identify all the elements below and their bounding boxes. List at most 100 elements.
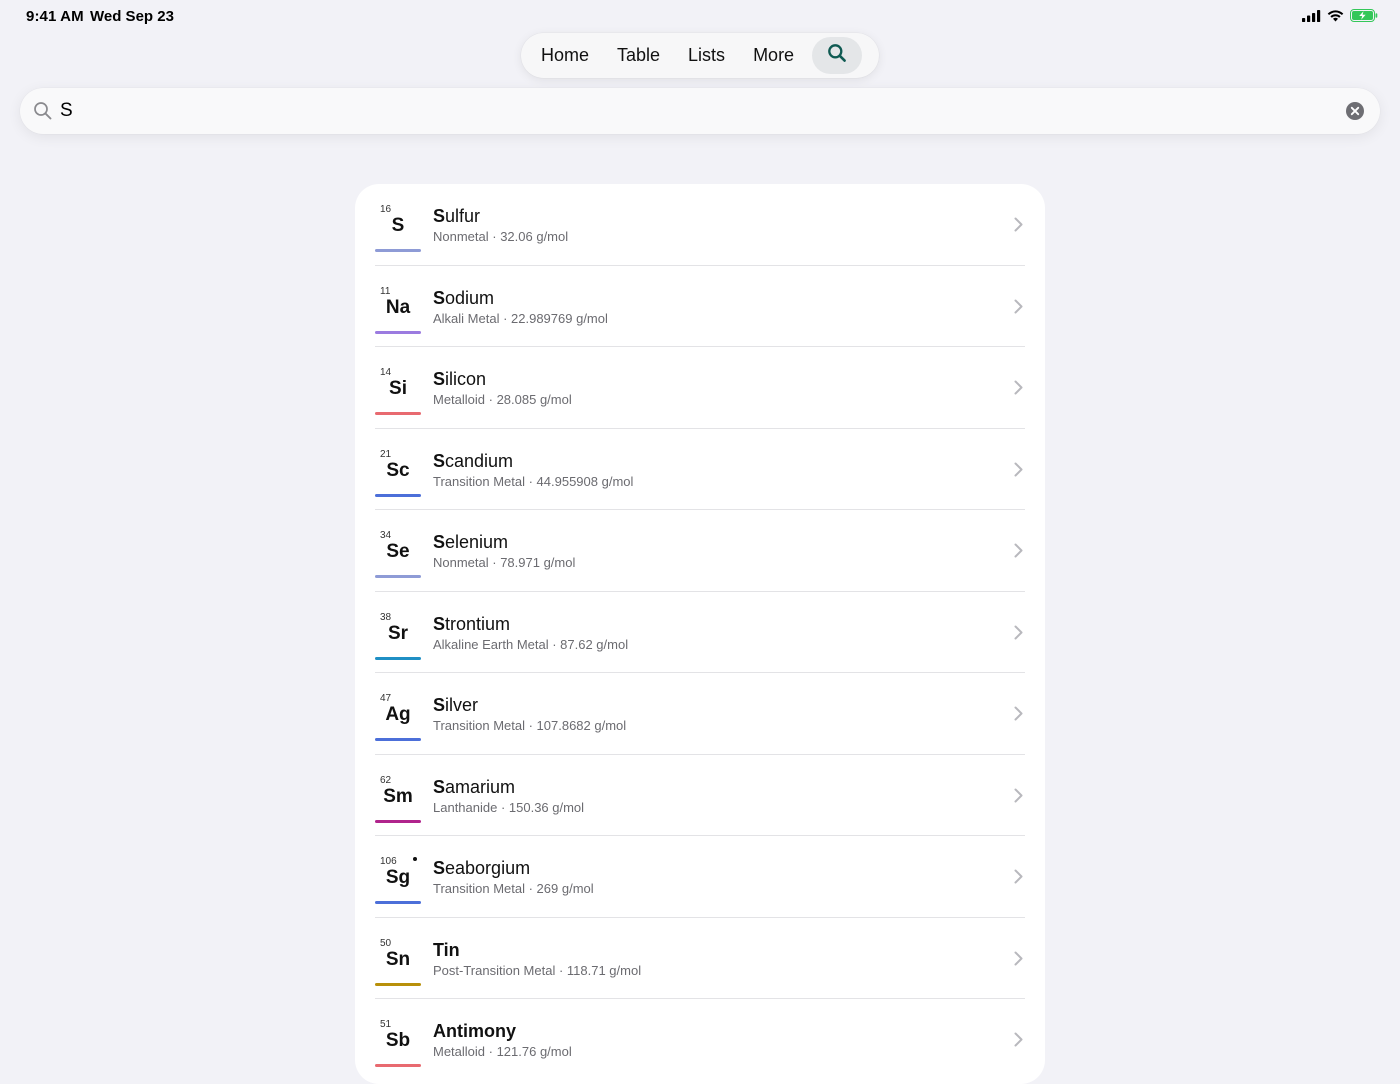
name-rest: trontium — [445, 613, 511, 634]
atomic-number: 11 — [380, 285, 391, 297]
signal-icon — [1302, 9, 1321, 27]
element-subtitle: Metalloid · 28.085 g/mol — [433, 392, 572, 407]
name-rest: amarium — [445, 776, 516, 797]
name-rest: candium — [445, 450, 514, 471]
tab-search[interactable] — [812, 37, 863, 74]
element-tile: 47 Ag — [375, 689, 421, 741]
wifi-icon — [1327, 9, 1344, 27]
tab-more[interactable]: More — [739, 37, 808, 74]
atomic-number: 21 — [380, 448, 392, 460]
element-name: Scandium — [433, 451, 513, 472]
element-name: Selenium — [433, 532, 508, 553]
element-subtitle: Alkaline Earth Metal · 87.62 g/mol — [433, 636, 629, 652]
atomic-number: 47 — [380, 693, 392, 704]
element-name: Antimony — [433, 1021, 516, 1042]
element-subtitle: Post-Transition Metal · 118.71 g/mol — [433, 962, 642, 978]
element-symbol: Si — [389, 378, 407, 399]
chevron-right-icon — [1014, 462, 1023, 482]
atomic-number: 50 — [380, 937, 392, 949]
atomic-number: 34 — [380, 530, 392, 541]
element-subtitle: Nonmetal · 32.06 g/mol — [433, 229, 569, 244]
match-highlight: S — [433, 695, 446, 715]
element-tile: 14 Si — [375, 363, 421, 415]
list-item[interactable]: 11 Na Sodium Alkali Metal · 22.989769 g/mol — [355, 266, 1045, 347]
category-color-bar — [375, 901, 421, 904]
name-rest: Tin — [433, 939, 460, 960]
list-item[interactable]: 106 Sg Seaborgium Transition Metal · 269 g/… — [355, 836, 1045, 918]
chevron-right-icon — [1014, 788, 1023, 808]
status-icons — [1302, 9, 1378, 27]
chevron-right-icon — [1014, 869, 1023, 889]
element-subtitle: Metalloid · 121.76 g/mol — [433, 1044, 572, 1059]
match-highlight: S — [433, 206, 446, 226]
list-item[interactable]: 34 Se Selenium Nonmetal · 78.971 g/mol — [355, 510, 1045, 592]
category-color-bar — [375, 819, 421, 823]
chevron-right-icon — [1014, 706, 1023, 726]
element-name: Silicon — [433, 369, 486, 390]
element-subtitle: Transition Metal · 107.8682 g/mol — [433, 718, 627, 733]
element-symbol: S — [391, 215, 405, 236]
element-tile: 16 S — [375, 200, 421, 252]
element-tile: 21 Sc — [375, 445, 421, 497]
name-rest: odium — [445, 287, 495, 308]
search-bar — [20, 88, 1380, 134]
element-symbol: Sc — [386, 459, 410, 481]
category-color-bar — [375, 249, 421, 252]
element-subtitle: Alkali Metal · 22.989769 g/mol — [433, 310, 608, 326]
category-color-bar — [375, 982, 421, 986]
list-item[interactable]: 14 Si Silicon Metalloid · 28.085 g/mol — [355, 347, 1045, 429]
category-color-bar — [375, 412, 421, 415]
search-icon — [827, 43, 847, 68]
atomic-number: 62 — [380, 774, 392, 786]
tab-table[interactable]: Table — [603, 37, 674, 74]
search-input[interactable] — [60, 96, 1340, 126]
element-name: Seaborgium — [433, 858, 530, 879]
name-rest: ilicon — [445, 369, 487, 389]
match-highlight: S — [433, 369, 446, 389]
chevron-right-icon — [1014, 625, 1023, 645]
list-item[interactable]: 51 Sb Antimony Metalloid · 121.76 g/mol — [355, 999, 1045, 1081]
name-rest: ilver — [445, 695, 479, 715]
element-tile: 50 Sn — [375, 934, 421, 986]
element-subtitle: Transition Metal · 269 g/mol — [433, 881, 594, 896]
element-symbol: Sm — [383, 785, 413, 807]
list-item[interactable]: 62 Sm Samarium Lanthanide · 150.36 g/mol — [355, 755, 1045, 836]
synthetic-dot-icon — [413, 857, 417, 861]
search-icon — [33, 101, 53, 126]
element-subtitle: Lanthanide · 150.36 g/mol — [433, 799, 585, 815]
element-name: Sulfur — [433, 206, 480, 227]
name-rest: elenium — [445, 532, 509, 552]
list-item[interactable]: 21 Sc Scandium Transition Metal · 44.955908… — [355, 429, 1045, 510]
element-name: Sodium — [433, 288, 494, 309]
element-symbol: Se — [386, 541, 410, 562]
list-item[interactable]: 38 Sr Strontium Alkaline Earth Metal · 87.6… — [355, 592, 1045, 673]
chevron-right-icon — [1014, 380, 1023, 400]
category-color-bar — [375, 493, 421, 497]
list-item[interactable]: 16 S Sulfur Nonmetal · 32.06 g/mol — [355, 184, 1045, 266]
chevron-right-icon — [1014, 217, 1023, 237]
status-time: 9:41 AM — [26, 8, 84, 25]
element-subtitle: Nonmetal · 78.971 g/mol — [433, 555, 576, 570]
element-symbol: Sb — [385, 1030, 411, 1051]
element-symbol: Sn — [385, 948, 411, 970]
element-subtitle: Transition Metal · 44.955908 g/mol — [433, 473, 634, 489]
tab-bar: Home Table Lists More — [521, 33, 879, 78]
battery-charging-icon — [1350, 9, 1378, 27]
match-highlight: S — [433, 532, 446, 552]
clear-icon[interactable] — [1346, 102, 1364, 125]
element-tile: 106 Sg — [375, 852, 421, 904]
element-symbol: Sg — [385, 867, 411, 888]
element-symbol: Ag — [385, 704, 411, 725]
element-tile: 11 Na — [375, 282, 421, 334]
tab-lists[interactable]: Lists — [674, 37, 739, 74]
tab-home[interactable]: Home — [527, 37, 603, 74]
category-color-bar — [375, 575, 421, 578]
status-date: Wed Sep 23 — [90, 8, 174, 25]
chevron-right-icon — [1014, 543, 1023, 563]
name-rest: ulfur — [445, 206, 481, 226]
element-name: Strontium — [433, 614, 510, 635]
element-symbol: Sr — [387, 622, 409, 644]
list-item[interactable]: 47 Ag Silver Transition Metal · 107.8682 g/… — [355, 673, 1045, 755]
list-item[interactable]: 50 Sn Tin Post-Transition Metal · 118.71 g/… — [355, 918, 1045, 999]
element-name: Tin — [433, 940, 460, 961]
